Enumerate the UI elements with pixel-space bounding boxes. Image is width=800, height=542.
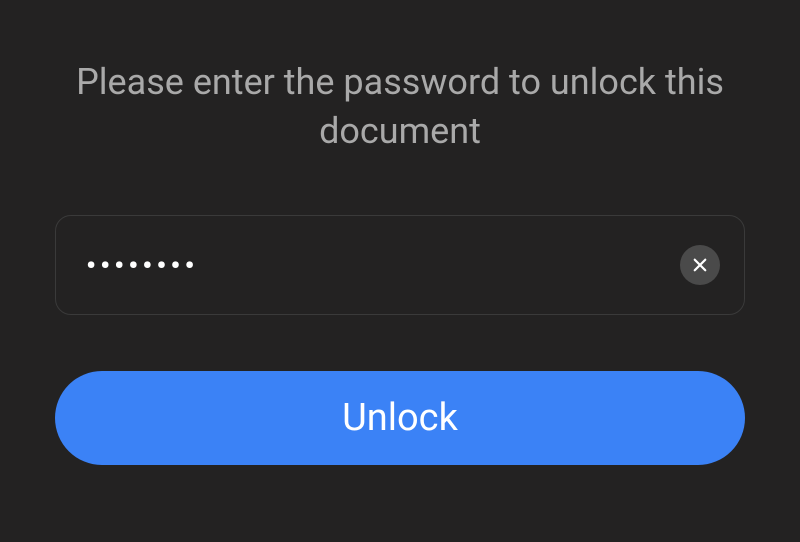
prompt-text: Please enter the password to unlock this… bbox=[60, 58, 740, 155]
clear-input-button[interactable] bbox=[680, 245, 720, 285]
unlock-button[interactable]: Unlock bbox=[55, 371, 745, 465]
password-input[interactable]: •••••••• bbox=[86, 249, 680, 282]
close-icon bbox=[691, 256, 709, 274]
password-input-wrapper[interactable]: •••••••• bbox=[55, 215, 745, 315]
